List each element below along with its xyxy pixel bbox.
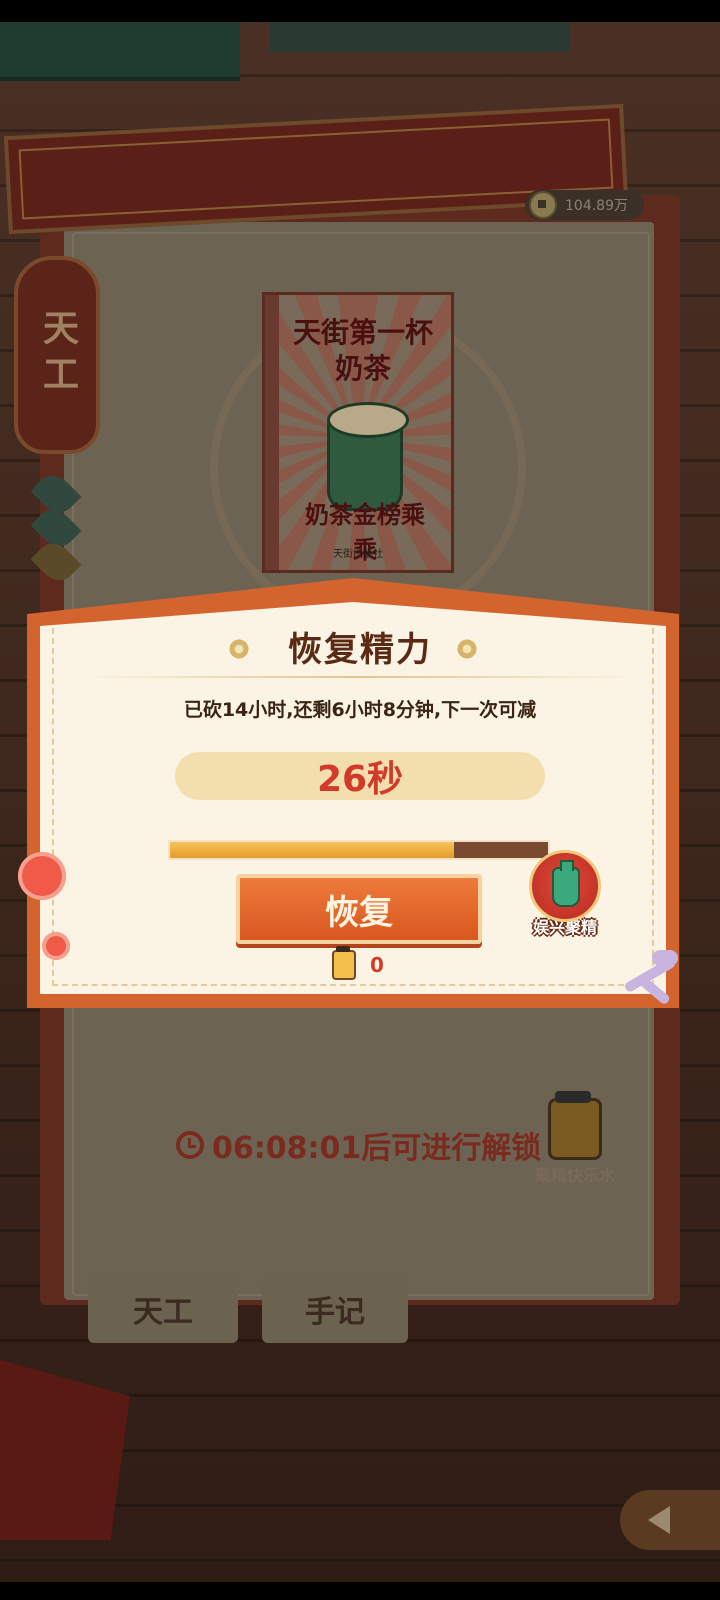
unlock-countdown: 06:08:01后可进行解锁 (176, 1125, 542, 1166)
potion-button[interactable]: 娱兴聚精 (524, 850, 606, 950)
cover-title: 天街第一杯奶茶 (292, 316, 433, 385)
navigation-bar (0, 1582, 720, 1600)
potion-icon (529, 850, 601, 922)
happy-water-item[interactable]: 聚精快乐水 (530, 1091, 620, 1185)
plum-blossom-icon (42, 932, 70, 960)
restore-button[interactable]: 恢复 (236, 874, 482, 944)
side-tab-tiangong[interactable]: 天工 (14, 256, 100, 454)
restore-cost: 0 (332, 946, 384, 980)
dialog-title: 恢复精力 (288, 630, 432, 670)
clock-icon (176, 1131, 204, 1159)
roof-decoration (270, 22, 570, 52)
energy-progress-bar (168, 840, 550, 860)
cover-spine (265, 295, 279, 570)
jar-icon (548, 1091, 602, 1160)
title-divider (80, 676, 640, 678)
status-bar (0, 0, 720, 22)
tab-tiangong[interactable]: 天工 (88, 1275, 238, 1343)
cover-publisher: 天街出版社 (333, 549, 383, 560)
back-arrow-icon (648, 1506, 670, 1534)
timer-display: 26秒 (175, 752, 545, 800)
energy-progress-fill (170, 842, 454, 858)
coin-balance: 104.89万 (525, 190, 644, 220)
unlock-countdown-text: 06:08:01后可进行解锁 (212, 1131, 542, 1166)
cost-count: 0 (370, 953, 384, 977)
side-tab-label: 天工 (37, 309, 78, 401)
timer-text: 26秒 (316, 759, 404, 800)
coin-icon (529, 191, 557, 219)
happy-water-label: 聚精快乐水 (534, 1166, 615, 1185)
tab-notes[interactable]: 手记 (262, 1275, 408, 1343)
scroll-decoration (0, 22, 240, 81)
happy-water-jar-icon (332, 946, 356, 980)
green-bottle-icon (552, 860, 580, 907)
tab-tiangong-label: 天工 (133, 1295, 193, 1330)
plum-blossom-icon (18, 852, 66, 900)
tab-notes-label: 手记 (305, 1295, 365, 1330)
recipe-book-cover[interactable]: 天街第一杯奶茶 奶茶金榜乘乘 天街出版社 (262, 292, 454, 573)
back-button[interactable] (620, 1490, 720, 1550)
restore-button-label: 恢复 (325, 892, 393, 933)
ribbon-bow-icon (612, 950, 692, 1020)
dialog-description: 已砍14小时,还剩6小时8分钟,下一次可减 (183, 699, 537, 721)
coin-amount: 104.89万 (565, 198, 628, 214)
